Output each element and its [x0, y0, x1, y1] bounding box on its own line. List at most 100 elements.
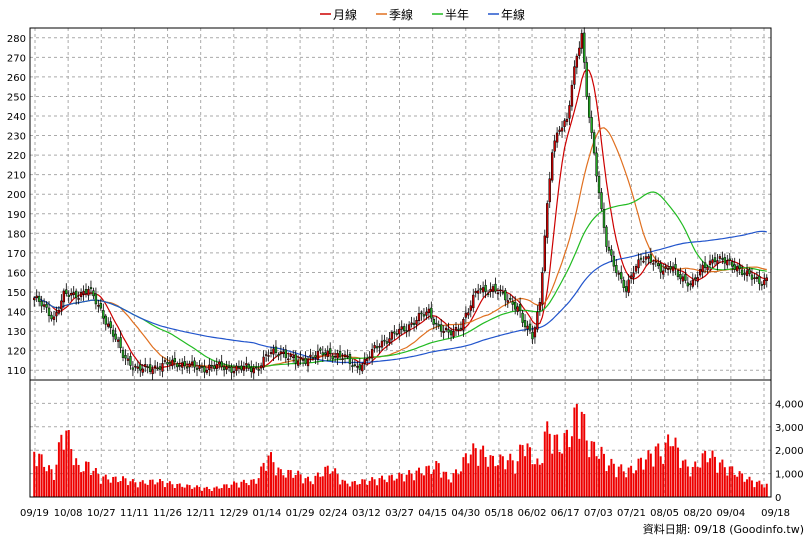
candle-body — [427, 308, 431, 314]
x-tick-label: 03/27 — [385, 508, 414, 519]
candle-body — [134, 365, 137, 368]
volume-bar — [565, 429, 568, 497]
volume-bar — [210, 490, 213, 497]
candle-body — [247, 364, 251, 369]
candle-body — [94, 293, 98, 305]
volume-bar — [373, 479, 376, 497]
volume-bar — [514, 473, 517, 497]
candle-body — [393, 331, 396, 334]
volume-bar — [573, 407, 576, 497]
volume-bar — [568, 447, 571, 497]
candle-body — [733, 264, 736, 270]
volume-bar — [464, 453, 467, 497]
volume-bar — [427, 465, 430, 497]
candle-body — [642, 260, 645, 263]
volume-bar — [676, 447, 679, 497]
volume-bar — [60, 434, 63, 497]
volume-bar — [669, 446, 672, 497]
x-tick-label: 01/29 — [286, 508, 315, 519]
candle-body — [144, 364, 147, 367]
volume-bar — [43, 466, 46, 497]
volume-bar — [529, 447, 531, 497]
candle-body — [351, 365, 354, 367]
volume-bar — [321, 476, 324, 497]
volume-bar — [595, 456, 598, 497]
volume-bar — [548, 433, 551, 497]
volume-bar — [65, 430, 68, 497]
candle-body — [363, 358, 366, 364]
volume-bar — [746, 479, 749, 497]
candle-body — [489, 288, 492, 293]
volume-bar — [393, 480, 396, 497]
candle-body — [718, 256, 722, 259]
x-tick-label: 07/21 — [617, 508, 646, 519]
price-tick-label: 120 — [7, 347, 26, 358]
volume-bar — [289, 470, 292, 497]
volume-bar — [681, 460, 684, 497]
candle-body — [299, 356, 302, 359]
volume-bar — [371, 477, 374, 497]
candle-body — [474, 290, 477, 294]
candle-body — [272, 348, 275, 355]
candle-body — [639, 257, 643, 260]
candle-body — [72, 292, 75, 295]
candle-body — [264, 354, 268, 356]
candle-body — [462, 318, 465, 331]
candle-body — [486, 293, 490, 296]
candle-body — [657, 263, 660, 267]
volume-bar — [265, 470, 268, 497]
candle-body — [671, 266, 675, 272]
candle-body — [484, 284, 487, 292]
candle-body — [131, 367, 135, 370]
candle-body — [200, 366, 204, 368]
volume-bar — [297, 470, 300, 497]
candle-body — [615, 265, 618, 274]
volume-bar — [551, 453, 554, 497]
candle-body — [563, 120, 566, 127]
volume-bar — [654, 446, 657, 497]
volume-bar — [553, 434, 556, 497]
volume-bar — [198, 486, 201, 497]
candle-body — [366, 358, 369, 361]
volume-bar — [94, 468, 97, 497]
candle-body — [541, 272, 544, 305]
volume-bar — [279, 469, 282, 497]
x-tick-label: 05/18 — [484, 508, 513, 519]
price-tick-label: 270 — [7, 53, 26, 64]
candle-body — [294, 354, 297, 364]
legend-label: 年線 — [501, 7, 525, 22]
candle-body — [647, 256, 650, 259]
volume-bar — [383, 479, 386, 497]
volume-bar — [363, 479, 366, 497]
candle-body — [696, 277, 699, 282]
volume-bar — [235, 482, 238, 497]
volume-bar — [341, 479, 344, 497]
volume-bar — [405, 474, 408, 497]
volume-bar — [245, 483, 248, 497]
candle-body — [716, 260, 719, 264]
volume-bar — [425, 466, 428, 497]
volume-bar — [672, 446, 675, 497]
candle-body — [760, 284, 764, 286]
candle-body — [210, 365, 214, 367]
candle-body — [644, 256, 648, 260]
candle-body — [622, 279, 625, 288]
candle-body — [698, 269, 702, 276]
volume-bar — [731, 466, 734, 497]
volume-bar — [215, 486, 218, 497]
volume-bar — [408, 470, 411, 497]
x-tick-label: 11/11 — [120, 508, 149, 519]
candle-body — [346, 355, 349, 358]
candle-body — [447, 329, 450, 333]
candle-body — [97, 305, 100, 307]
candlesticks — [33, 27, 768, 380]
volume-bar — [570, 436, 573, 497]
legend-label: 半年 — [445, 8, 469, 22]
volume-bar — [314, 475, 317, 497]
volume-bar — [304, 478, 307, 497]
candle-body — [676, 270, 680, 277]
candle-body — [585, 62, 588, 97]
x-tick-label: 03/12 — [352, 508, 381, 519]
candle-body — [336, 353, 339, 359]
volume-bar — [415, 470, 418, 497]
